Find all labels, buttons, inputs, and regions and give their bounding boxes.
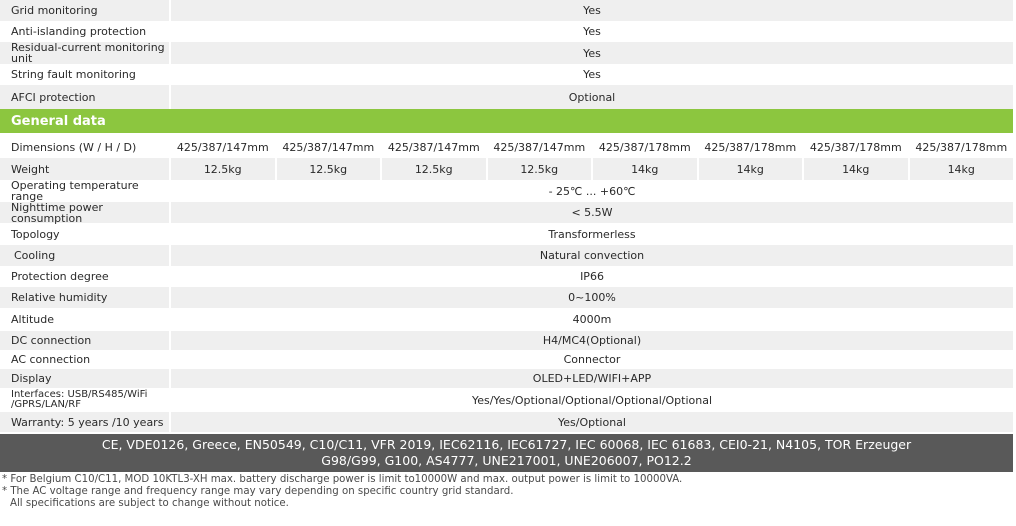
certifications-line-2: G98/G99, G100, AS4777, UNE217001, UNE206… <box>321 453 692 468</box>
spec-label: Anti-islanding protection <box>0 21 171 42</box>
spec-value: Yes/Optional <box>558 415 626 429</box>
model-value: 12.5kg <box>380 158 486 180</box>
spec-row-dimensions: Dimensions (W / H / D) 425/387/147mm 425… <box>0 137 1013 158</box>
spec-value: 0~100% <box>568 291 616 304</box>
model-value: 425/387/147mm <box>485 137 592 158</box>
model-value: 425/387/147mm <box>380 137 486 158</box>
model-value: 14kg <box>907 158 1014 180</box>
model-value: 12.5kg <box>485 158 592 180</box>
spec-label: Cooling <box>0 245 171 266</box>
spec-label: DC connection <box>0 331 171 350</box>
model-value: 425/387/147mm <box>274 137 381 158</box>
spec-row-display: Display OLED+LED/WIFI+APP <box>0 369 1013 388</box>
spec-row-cooling: Cooling Natural convection <box>0 245 1013 266</box>
model-value: 425/387/178mm <box>802 137 908 158</box>
spec-value: H4/MC4(Optional) <box>542 334 642 347</box>
spec-label: Warranty: 5 years /10 years <box>0 412 171 432</box>
model-value: 425/387/178mm <box>591 137 697 158</box>
spec-value: Natural convection <box>539 249 645 262</box>
spec-label: String fault monitoring <box>0 64 171 85</box>
certifications-bar: CE, VDE0126, Greece, EN50549, C10/C11, V… <box>0 434 1013 472</box>
spec-row-nighttime-power: Nighttime power consumption < 5.5W <box>0 202 1013 224</box>
footnote: All specifications are subject to change… <box>10 498 289 509</box>
model-value: 425/387/178mm <box>696 137 803 158</box>
spec-value: Yes <box>583 68 601 81</box>
section-header-general-data: General data <box>0 109 1013 133</box>
model-value: 12.5kg <box>274 158 381 180</box>
spec-row-rcmu: Residual-current monitoring unit Yes <box>0 42 1013 64</box>
spec-row-warranty: Warranty: 5 years /10 years Yes/Optional <box>0 412 1013 432</box>
spec-label: Relative humidity <box>0 287 171 308</box>
model-cells: 12.5kg 12.5kg 12.5kg 12.5kg 14kg 14kg 14… <box>171 158 1013 180</box>
spec-label: Weight <box>0 158 171 180</box>
model-value: 14kg <box>696 158 803 180</box>
spec-value: Transformerless <box>548 227 636 241</box>
spec-row-grid-monitoring: Grid monitoring Yes <box>0 0 1013 21</box>
spec-value: OLED+LED/WIFI+APP <box>532 372 652 385</box>
model-value: 14kg <box>802 158 908 180</box>
spec-row-ac-connection: AC connection Connector <box>0 350 1013 369</box>
spec-label: Protection degree <box>0 266 171 287</box>
spec-row-weight: Weight 12.5kg 12.5kg 12.5kg 12.5kg 14kg … <box>0 158 1013 180</box>
spec-value: IP66 <box>580 270 604 283</box>
model-value: 12.5kg <box>203 162 242 176</box>
model-value: 14kg <box>591 158 697 180</box>
spec-row-altitude: Altitude 4000m <box>0 308 1013 331</box>
spec-row-string-fault: String fault monitoring Yes <box>0 64 1013 85</box>
model-cells: 425/387/147mm 425/387/147mm 425/387/147m… <box>171 137 1013 158</box>
spec-label: AC connection <box>0 350 171 369</box>
spec-label: Residual-current monitoring unit <box>0 42 171 64</box>
spec-label: Altitude <box>0 308 171 331</box>
spec-label: AFCI protection <box>0 85 171 109</box>
spec-value: Yes/Yes/Optional/Optional/Optional/Optio… <box>471 393 713 407</box>
spec-label: Interfaces: USB/RS485/WiFi /GPRS/LAN/RF <box>0 388 171 412</box>
spec-value: < 5.5W <box>571 206 613 219</box>
spec-row-dc-connection: DC connection H4/MC4(Optional) <box>0 331 1013 350</box>
spec-value: Yes <box>583 4 601 17</box>
spec-value: Yes <box>583 46 601 60</box>
spec-label: Dimensions (W / H / D) <box>0 137 171 158</box>
spec-value: 4000m <box>572 313 612 326</box>
footnotes: * For Belgium C10/C11, MOD 10KTL3-XH max… <box>2 474 682 510</box>
footnote: * For Belgium C10/C11, MOD 10KTL3-XH max… <box>2 474 683 485</box>
spec-row-operating-temperature: Operating temperature range - 25℃ ... +6… <box>0 180 1013 202</box>
spec-row-interfaces: Interfaces: USB/RS485/WiFi /GPRS/LAN/RF … <box>0 388 1013 412</box>
spec-row-relative-humidity: Relative humidity 0~100% <box>0 287 1013 308</box>
spec-label: Grid monitoring <box>0 0 171 21</box>
spec-row-protection-degree: Protection degree IP66 <box>0 266 1013 287</box>
model-value: 425/387/178mm <box>907 137 1014 158</box>
spec-table: Grid monitoring Yes Anti-islanding prote… <box>0 0 1013 432</box>
spec-label: Nighttime power consumption <box>0 202 171 224</box>
spec-label: Topology <box>0 223 171 245</box>
spec-row-afci: AFCI protection Optional <box>0 85 1013 109</box>
spec-label: Display <box>0 369 171 388</box>
spec-row-anti-islanding: Anti-islanding protection Yes <box>0 21 1013 42</box>
spec-value: Yes <box>583 25 601 38</box>
spec-value: Optional <box>568 90 616 104</box>
model-value: 425/387/147mm <box>176 141 269 154</box>
footnote: * The AC voltage range and frequency ran… <box>2 486 514 497</box>
spec-row-topology: Topology Transformerless <box>0 223 1013 245</box>
spec-value: - 25℃ ... +60℃ <box>548 184 636 198</box>
spec-label: Operating temperature range <box>0 180 171 202</box>
certifications-line-1: CE, VDE0126, Greece, EN50549, C10/C11, V… <box>101 437 912 452</box>
spec-value: Connector <box>563 353 621 366</box>
